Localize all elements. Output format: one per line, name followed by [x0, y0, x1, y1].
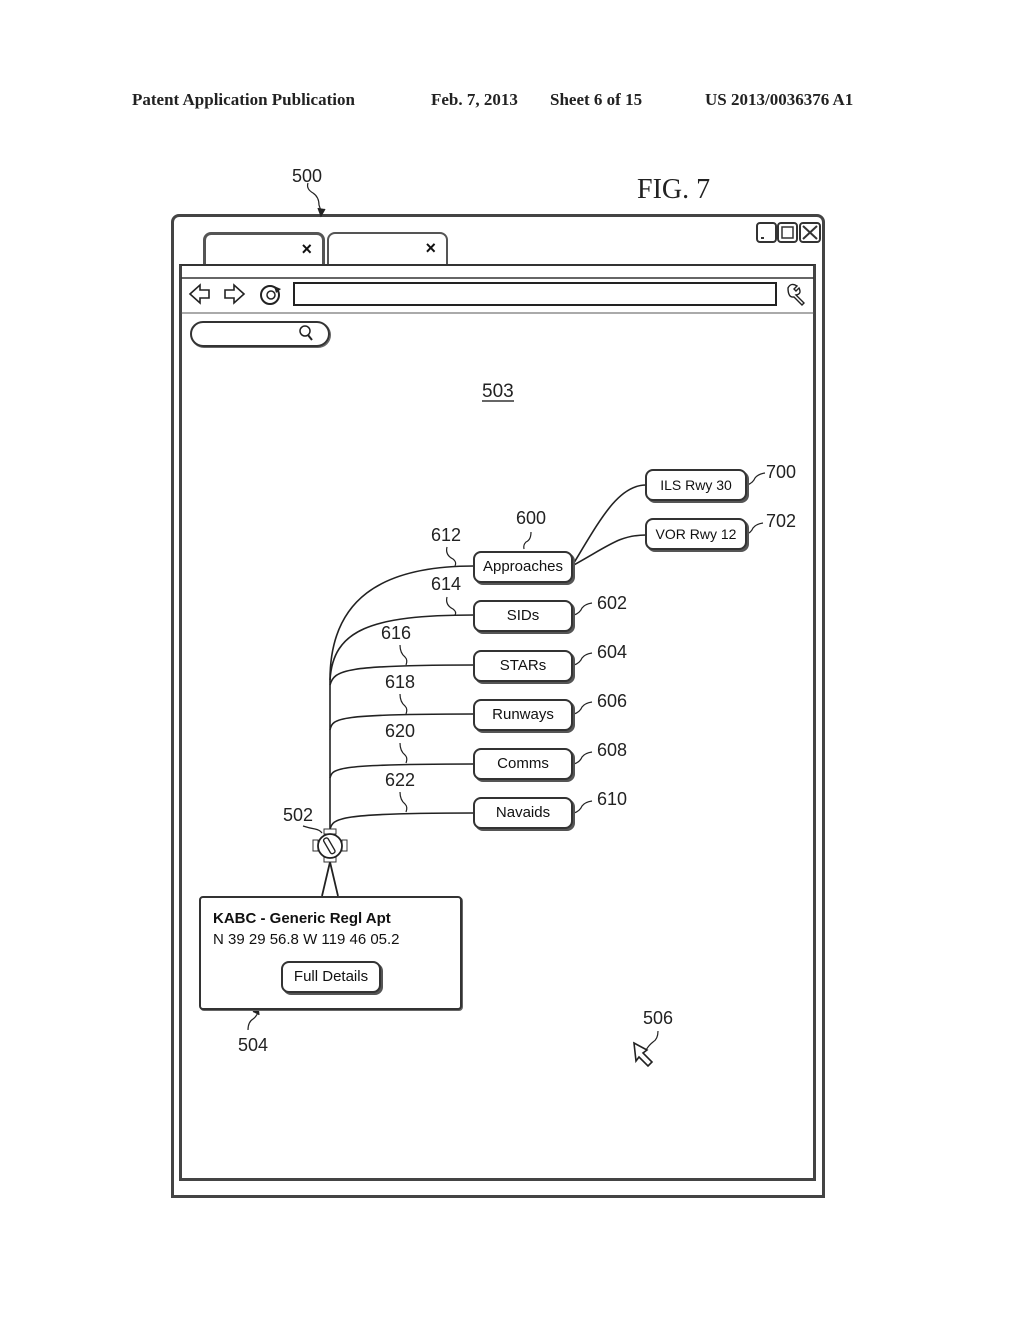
ref-branch-navaids: 622: [385, 770, 416, 790]
ref-navaids: 610: [597, 789, 628, 809]
branch-navaids: [329, 812, 475, 831]
wrench-icon[interactable]: [787, 283, 805, 306]
airport-coordinates: N 39 29 56.8 W 119 46 05.2: [213, 931, 400, 948]
ref-sids: 602: [597, 593, 628, 613]
approaches-button[interactable]: Approaches: [473, 551, 573, 583]
full-details-button[interactable]: Full Details: [281, 961, 381, 993]
ref-vor: 702: [766, 511, 797, 531]
airport-name: KABC - Generic Regl Apt: [213, 910, 391, 927]
ref-window: 500: [292, 166, 323, 186]
back-arrow-icon[interactable]: [188, 283, 210, 305]
ref-airport-marker: 502: [283, 805, 314, 825]
comms-button[interactable]: Comms: [473, 748, 573, 780]
navaids-button[interactable]: Navaids: [473, 797, 573, 829]
ref-runways: 606: [597, 691, 628, 711]
airport-marker-icon[interactable]: [312, 828, 348, 863]
maximize-icon[interactable]: [777, 222, 798, 243]
ref-branch-stars: 616: [381, 623, 412, 643]
branch-vor: [571, 534, 647, 567]
ref-approaches: 600: [516, 508, 547, 528]
ref-branch-runways: 618: [385, 672, 416, 692]
ref-stars: 604: [597, 642, 628, 662]
ref-branch-sids: 614: [431, 574, 462, 594]
search-icon[interactable]: [299, 325, 313, 341]
stars-button[interactable]: STARs: [473, 650, 573, 682]
ref-comms: 608: [597, 740, 628, 760]
branch-approaches: [329, 565, 475, 835]
ref-cursor: 506: [643, 1008, 674, 1028]
runways-button[interactable]: Runways: [473, 699, 573, 731]
ref-branch-comms: 620: [385, 721, 416, 741]
ref-ils: 700: [766, 462, 797, 482]
ref-popup: 504: [238, 1035, 269, 1055]
ils-rwy-30-button[interactable]: ILS Rwy 30: [645, 469, 747, 501]
sids-button[interactable]: SIDs: [473, 600, 573, 632]
reload-icon[interactable]: [260, 285, 281, 305]
vor-rwy-12-button[interactable]: VOR Rwy 12: [645, 518, 747, 550]
forward-arrow-icon[interactable]: [224, 283, 246, 305]
branch-ils: [571, 484, 647, 567]
cursor-icon: [633, 1041, 654, 1068]
ref-content-area: 503: [482, 381, 514, 402]
ref-branch-approaches: 612: [431, 525, 462, 545]
close-window-icon[interactable]: [799, 222, 821, 243]
minimize-icon[interactable]: [756, 222, 777, 243]
